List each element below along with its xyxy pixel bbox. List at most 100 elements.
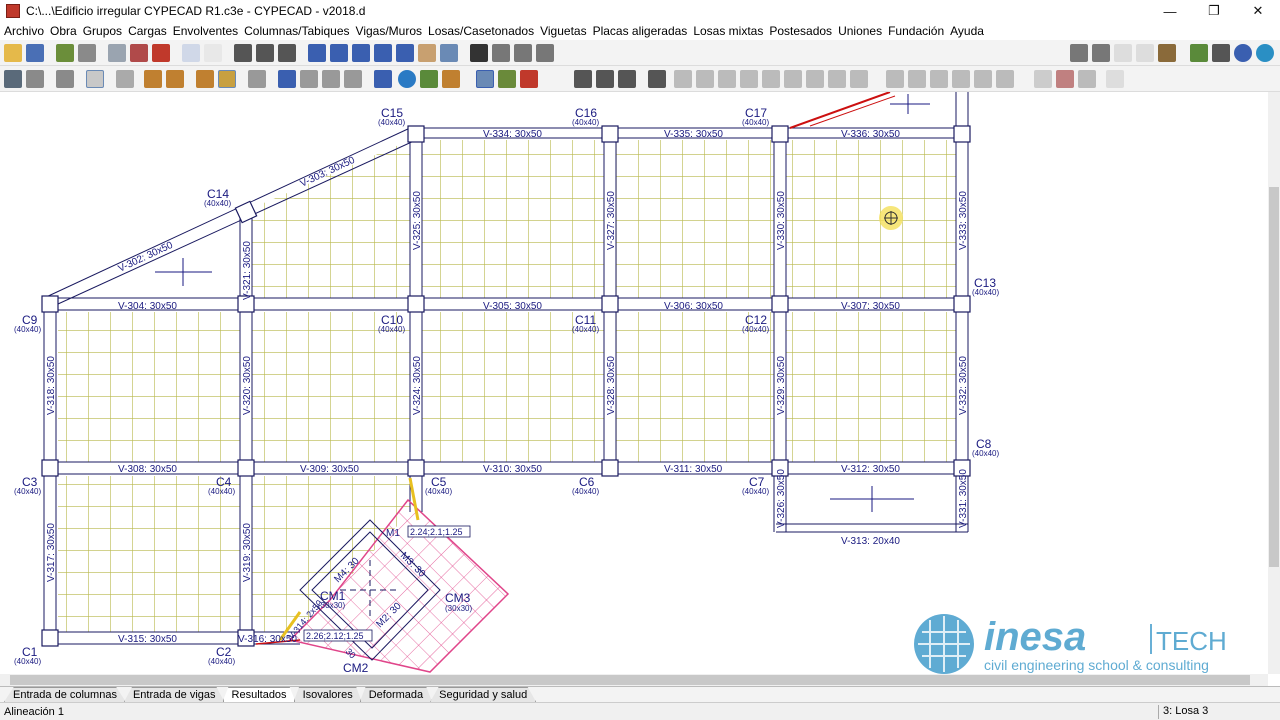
undo-icon[interactable] <box>182 44 200 62</box>
box-icon[interactable] <box>144 70 162 88</box>
merge-icon[interactable] <box>344 70 362 88</box>
menu-envolventes[interactable]: Envolventes <box>173 24 244 38</box>
redo-icon[interactable] <box>204 44 222 62</box>
tab-entrada-columnas[interactable]: Entrada de columnas <box>4 687 126 702</box>
menu-grupos[interactable]: Grupos <box>83 24 128 38</box>
window-icon[interactable] <box>1212 44 1230 62</box>
join-icon[interactable] <box>300 70 318 88</box>
web-icon[interactable] <box>1256 44 1274 62</box>
building-icon[interactable] <box>86 70 104 88</box>
redraw-icon[interactable] <box>374 44 392 62</box>
stair-icon-6[interactable] <box>996 70 1014 88</box>
close-button[interactable]: ✕ <box>1236 0 1280 22</box>
horizontal-scroll-thumb[interactable] <box>10 675 1250 685</box>
drop-icon[interactable] <box>116 70 134 88</box>
menu-fundacion[interactable]: Fundación <box>888 24 950 38</box>
menu-cargas[interactable]: Cargas <box>128 24 173 38</box>
stair-icon-2[interactable] <box>908 70 926 88</box>
layers-icon[interactable] <box>1056 70 1074 88</box>
menu-archivo[interactable]: Archivo <box>4 24 50 38</box>
copy-icon[interactable] <box>1078 70 1096 88</box>
info-icon[interactable] <box>398 70 416 88</box>
cursor-icon[interactable] <box>374 70 392 88</box>
floor-plan[interactable]: C15 (40x40) C16 (40x40) C17 (40x40) C14 … <box>0 92 1268 674</box>
bar-icon-7[interactable] <box>806 70 824 88</box>
menu-viguetas[interactable]: Viguetas <box>540 24 592 38</box>
magnet-icon[interactable] <box>152 44 170 62</box>
bar-icon-9[interactable] <box>850 70 868 88</box>
wall-icon[interactable] <box>248 70 266 88</box>
mesh-icon[interactable] <box>574 70 592 88</box>
beam-icon[interactable] <box>278 70 296 88</box>
dimension-icon[interactable] <box>1106 70 1124 88</box>
save-icon[interactable] <box>26 44 44 62</box>
tools-icon[interactable] <box>56 44 74 62</box>
tab-deformada[interactable]: Deformada <box>359 687 433 702</box>
menu-placas-aligeradas[interactable]: Placas aligeradas <box>593 24 694 38</box>
drawing-canvas[interactable]: C15 (40x40) C16 (40x40) C17 (40x40) C14 … <box>0 92 1268 674</box>
slab-icon[interactable] <box>218 70 236 88</box>
angle-icon[interactable] <box>536 44 554 62</box>
stair-icon-4[interactable] <box>952 70 970 88</box>
flag-icon[interactable] <box>442 70 460 88</box>
bar-icon-8[interactable] <box>828 70 846 88</box>
color-icon[interactable] <box>520 70 538 88</box>
table-icon[interactable] <box>108 44 126 62</box>
bar-icon-4[interactable] <box>740 70 758 88</box>
arrow-down-icon[interactable] <box>278 44 296 62</box>
link-icon[interactable] <box>1158 44 1176 62</box>
edit-icon[interactable] <box>1136 44 1154 62</box>
print-icon[interactable] <box>1070 44 1088 62</box>
config-icon[interactable] <box>1190 44 1208 62</box>
line-icon[interactable] <box>56 70 74 88</box>
bar-icon-5[interactable] <box>762 70 780 88</box>
edit-beam-icon[interactable] <box>196 70 214 88</box>
mesh2-icon[interactable] <box>596 70 614 88</box>
zoom-window-icon[interactable] <box>308 44 326 62</box>
menu-postesados[interactable]: Postesados <box>769 24 838 38</box>
restore-button[interactable]: ❐ <box>1192 0 1236 22</box>
measure-icon[interactable] <box>26 70 44 88</box>
menu-losas-mixtas[interactable]: Losas mixtas <box>693 24 769 38</box>
minimize-button[interactable]: — <box>1148 0 1192 22</box>
box2-icon[interactable] <box>166 70 184 88</box>
stair-icon-1[interactable] <box>886 70 904 88</box>
zoom-in-icon[interactable] <box>352 44 370 62</box>
zoom-all-icon[interactable] <box>330 44 348 62</box>
pan-hand-icon[interactable] <box>418 44 436 62</box>
menu-uniones[interactable]: Uniones <box>838 24 888 38</box>
menu-losas-casetonados[interactable]: Losas/Casetonados <box>428 24 540 38</box>
group-icon[interactable] <box>78 44 96 62</box>
tab-resultados[interactable]: Resultados <box>222 687 296 702</box>
vertical-scroll-thumb[interactable] <box>1269 187 1279 567</box>
results-grid-icon[interactable] <box>476 70 494 88</box>
bar-icon-2[interactable] <box>696 70 714 88</box>
eye-icon[interactable] <box>1034 70 1052 88</box>
filter-icon[interactable] <box>648 70 666 88</box>
ortho-icon[interactable] <box>514 44 532 62</box>
level-icon[interactable] <box>256 44 274 62</box>
vertical-scrollbar[interactable] <box>1268 92 1280 674</box>
capture-icon[interactable] <box>470 44 488 62</box>
bar-icon-6[interactable] <box>784 70 802 88</box>
bar-icon-3[interactable] <box>718 70 736 88</box>
stair-icon-5[interactable] <box>974 70 992 88</box>
view-3d-icon[interactable] <box>440 44 458 62</box>
menu-vigas-muros[interactable]: Vigas/Muros <box>356 24 428 38</box>
tab-seguridad-salud[interactable]: Seguridad y salud <box>430 687 537 702</box>
split-icon[interactable] <box>322 70 340 88</box>
reinforcement-icon[interactable] <box>498 70 516 88</box>
tab-entrada-vigas[interactable]: Entrada de vigas <box>123 687 225 702</box>
arrow-up-icon[interactable] <box>234 44 252 62</box>
menu-ayuda[interactable]: Ayuda <box>950 24 990 38</box>
mesh3-icon[interactable] <box>618 70 636 88</box>
plan-icon[interactable] <box>4 70 22 88</box>
bar-icon-1[interactable] <box>674 70 692 88</box>
menu-obra[interactable]: Obra <box>50 24 83 38</box>
list-icon[interactable] <box>420 70 438 88</box>
menu-columnas-tabiques[interactable]: Columnas/Tabiques <box>244 24 355 38</box>
snap-icon[interactable] <box>492 44 510 62</box>
tab-isovalores[interactable]: Isovalores <box>293 687 362 702</box>
grid-icon[interactable] <box>130 44 148 62</box>
refresh-icon[interactable] <box>1114 44 1132 62</box>
